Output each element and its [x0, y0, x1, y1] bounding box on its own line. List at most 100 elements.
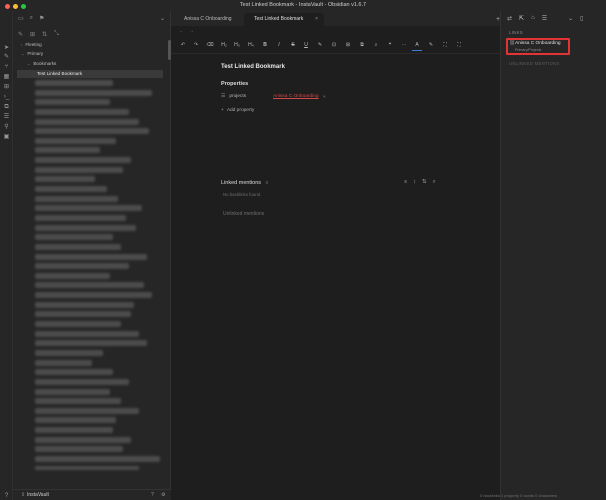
blurred-file-item[interactable]	[35, 340, 147, 347]
chevron-down-icon[interactable]: ⌄	[160, 15, 165, 22]
vault-switcher[interactable]: ⇕ InstaVault ? ⚙	[13, 489, 171, 500]
text-color-icon[interactable]: A	[412, 41, 422, 51]
clear-format-icon[interactable]: ⌫	[205, 41, 215, 50]
close-window-button[interactable]	[5, 4, 10, 9]
backlinks-icon[interactable]: ⇄	[507, 15, 512, 22]
property-value-link[interactable]: Anissa C Onboarding	[273, 94, 319, 99]
tree-item-active-file[interactable]: Test Linked Bookmark	[17, 70, 163, 78]
strikethrough-button[interactable]: S	[288, 41, 298, 50]
quote-icon[interactable]: ❝	[385, 41, 395, 50]
blurred-file-item[interactable]	[35, 446, 124, 453]
blurred-file-item[interactable]	[35, 176, 95, 183]
blurred-file-item[interactable]	[35, 214, 126, 221]
blurred-file-item[interactable]	[35, 301, 134, 308]
blurred-file-item[interactable]	[35, 99, 111, 106]
blurred-file-item[interactable]	[35, 147, 100, 154]
outline-icon[interactable]: ☰	[542, 15, 547, 22]
blurred-file-item[interactable]	[35, 166, 124, 173]
attachment-icon[interactable]: ⧉	[357, 41, 367, 50]
outgoing-link-title[interactable]: Anissa C Onboarding	[515, 41, 561, 46]
search-text-icon[interactable]: ⌕	[371, 41, 381, 50]
show-context-icon[interactable]: ↕	[413, 179, 416, 186]
blurred-file-item[interactable]	[35, 330, 139, 337]
blurred-file-item[interactable]	[35, 282, 145, 289]
blurred-file-item[interactable]	[35, 388, 111, 395]
focus-mode-icon[interactable]: ⛶	[454, 41, 464, 50]
minimize-window-button[interactable]	[13, 4, 18, 9]
tree-item-bookmarks[interactable]: ⌄ Bookmarks	[27, 60, 56, 68]
tags-icon[interactable]: ⌂	[531, 15, 535, 22]
bookmark-icon[interactable]: ⚑	[39, 15, 44, 22]
blurred-file-item[interactable]	[35, 407, 139, 414]
links-header[interactable]: LINKS	[509, 30, 523, 35]
new-folder-icon[interactable]: ⊞	[30, 31, 35, 38]
property-key[interactable]: ☰ projects	[221, 94, 246, 99]
undo-icon[interactable]: ↶	[178, 41, 188, 50]
sidebar-toggle-icon[interactable]: ▯	[580, 15, 583, 22]
tree-item-primary[interactable]: ⌄ Primary	[21, 50, 43, 58]
terminal-icon[interactable]: ›_	[3, 94, 10, 101]
blurred-file-item[interactable]	[35, 378, 129, 385]
blurred-file-item[interactable]	[35, 118, 139, 125]
sort-icon[interactable]: ⇅	[42, 31, 47, 38]
heading-2-button[interactable]: H₂	[219, 41, 229, 50]
italic-button[interactable]: I	[274, 41, 284, 50]
blurred-file-item[interactable]	[35, 359, 93, 366]
close-tab-icon[interactable]: ×	[315, 13, 318, 26]
search-icon[interactable]: ⌕	[433, 179, 436, 186]
folder-icon[interactable]: ▭	[18, 15, 24, 22]
bold-button[interactable]: B	[260, 41, 270, 50]
redo-icon[interactable]: ↷	[191, 41, 201, 50]
blurred-file-item[interactable]	[35, 89, 152, 96]
blurred-file-item[interactable]	[35, 186, 107, 193]
blurred-file-item[interactable]	[35, 436, 132, 443]
chevron-down-icon[interactable]: ⌄	[568, 15, 573, 22]
blurred-file-item[interactable]	[35, 157, 132, 164]
back-icon[interactable]: ←	[179, 28, 184, 34]
table-icon[interactable]: ⊞	[343, 41, 353, 50]
forward-icon[interactable]: →	[189, 28, 194, 34]
settings-icon[interactable]: ⚙	[161, 490, 165, 500]
collapse-icon[interactable]: ⤡	[54, 31, 59, 38]
git-icon[interactable]: ⑂	[3, 64, 10, 71]
zoom-window-button[interactable]	[21, 4, 26, 9]
help-circle-icon[interactable]: ?	[151, 490, 154, 500]
blurred-file-item[interactable]	[35, 253, 147, 260]
blurred-file-item[interactable]	[35, 427, 113, 434]
edit-icon[interactable]: ✎	[315, 41, 325, 50]
new-note-icon[interactable]: ✎	[18, 31, 23, 38]
blurred-file-item[interactable]	[35, 417, 116, 424]
blurred-file-item[interactable]	[35, 234, 113, 241]
tree-item-fleeting[interactable]: › Fleeting	[21, 41, 42, 49]
highlight-icon[interactable]: ✎	[426, 41, 436, 50]
send-icon[interactable]: ➤	[3, 45, 10, 52]
collapse-results-icon[interactable]: ≡	[404, 179, 407, 186]
outgoing-links-icon[interactable]: ⇱	[519, 15, 524, 22]
underline-button[interactable]: U	[301, 41, 311, 50]
copy-icon[interactable]: ⧉	[3, 104, 10, 111]
tab-test-linked-bookmark[interactable]: Test Linked Bookmark ×	[244, 13, 324, 26]
note-title[interactable]: Test Linked Bookmark	[221, 64, 285, 70]
linked-mentions-heading[interactable]: Linked mentions 0	[221, 180, 268, 186]
blurred-file-item[interactable]	[35, 349, 103, 356]
template-icon[interactable]: ⊞	[3, 84, 10, 91]
blurred-file-item[interactable]	[35, 205, 142, 212]
unlinked-mentions-header[interactable]: UNLINKED MENTIONS	[509, 61, 560, 66]
blurred-file-item[interactable]	[35, 321, 121, 328]
more-icon[interactable]: ⋯	[399, 41, 409, 50]
help-icon[interactable]: ?	[3, 493, 10, 500]
properties-heading[interactable]: Properties	[221, 81, 248, 87]
tag-icon[interactable]: ⚲	[3, 124, 10, 131]
blurred-file-item[interactable]	[35, 80, 113, 86]
add-property-button[interactable]: + Add property	[221, 108, 254, 113]
blurred-file-item[interactable]	[35, 455, 160, 462]
blurred-file-item[interactable]	[35, 263, 129, 270]
media-icon[interactable]: ▣	[3, 134, 10, 141]
calendar-icon[interactable]: ▦	[3, 74, 10, 81]
heading-3-button[interactable]: H₃	[232, 41, 242, 50]
blurred-file-item[interactable]	[35, 398, 121, 405]
blurred-file-item[interactable]	[35, 311, 132, 318]
blurred-file-item[interactable]	[35, 108, 129, 115]
blurred-file-item[interactable]	[35, 128, 150, 135]
fullscreen-icon[interactable]: ⛶	[440, 41, 450, 50]
